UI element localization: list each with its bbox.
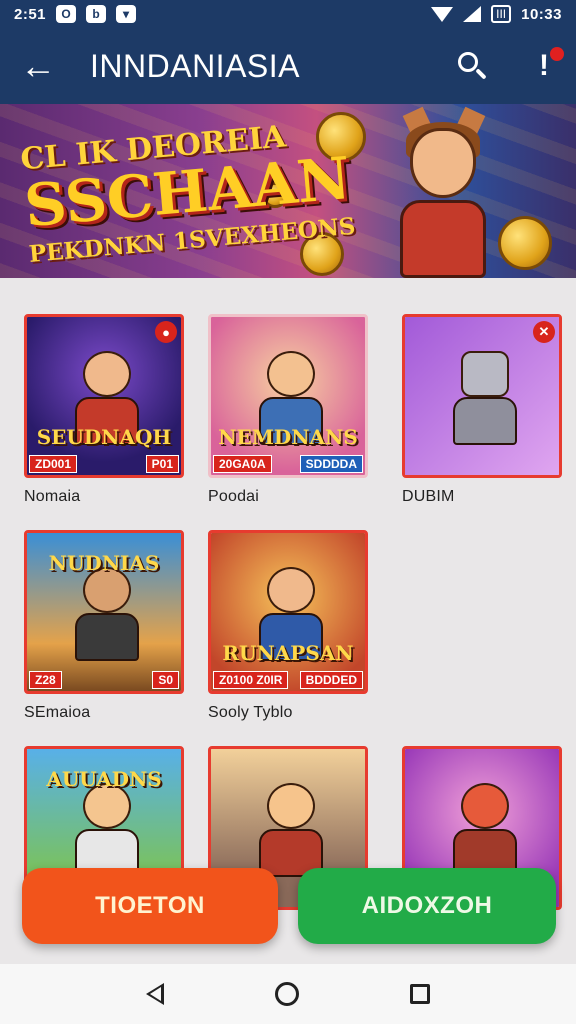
game-thumbnail: NUDNIAS Z28 S0 [24,530,184,694]
nav-home-icon[interactable] [274,982,299,1006]
notification-alert-icon[interactable]: ! [532,47,564,83]
primary-action-button[interactable]: TIOETON [22,868,278,944]
battery-icon: III [491,5,512,23]
status-time-right: 10:33 [521,5,562,23]
promo-banner[interactable]: CL IK DEOREIA SSCHAAN PEKDNKN 1SVEXHEONS [0,104,576,278]
notification-b-icon: b [86,5,107,23]
app-title: INNDANIASIA [90,47,300,84]
game-title-art: RUNAPSAN [222,641,354,665]
game-title-art: SEUDNAQH [36,425,172,449]
game-thumbnail: ● SEUDNAQH ZD001 P01 [24,314,184,478]
game-tag-left: 20GA0A [213,455,272,473]
system-nav-bar [0,964,576,1024]
game-tag-left: Z28 [29,671,62,689]
game-thumbnail: NEMDNANS 20GA0A SDDDDA [208,314,368,478]
game-tag-right: S0 [152,671,179,689]
game-label: Poodai [208,488,260,505]
game-label: DUBIM [402,488,455,505]
wifi-icon [431,6,454,22]
game-card[interactable]: NEMDNANS 20GA0A SDDDDA Poodai [208,314,368,506]
notification-o-icon: O [56,5,77,23]
game-tag-right: P01 [145,455,179,473]
game-thumbnail: ✕ [402,314,562,478]
secondary-action-button[interactable]: AIDOXZOH [298,868,556,944]
game-title-art: NUDNIAS [48,551,160,575]
game-title-art: NEMDNANS [218,425,358,449]
banner-hero-character [378,106,508,278]
game-card[interactable]: NUDNIAS Z28 S0 SEmaioa [24,530,184,722]
game-title-art: AUUADNS [46,767,162,791]
back-arrow-icon[interactable]: ← [20,48,64,84]
game-card[interactable]: ● SEUDNAQH ZD001 P01 Nomaia [24,314,184,506]
badge-icon: ● [155,321,177,343]
game-label: SEmaioa [24,704,91,721]
notification-shield-icon: ▾ [116,5,137,23]
game-tag-right: SDDDDA [299,455,363,473]
status-time-left: 2:51 [14,5,47,23]
nav-recents-icon[interactable] [410,984,431,1004]
game-tag-left: ZD001 [29,455,78,473]
game-label: Sooly Tyblo [208,704,293,721]
app-bar: ← INNDANIASIA ! [0,28,576,104]
game-tag-right: BDDDED [299,671,363,689]
cellular-signal-icon [463,6,482,22]
game-card[interactable]: RUNAPSAN Z0100 Z0IR BDDDED Sooly Tyblo [208,530,368,722]
nav-back-icon[interactable] [145,983,164,1005]
search-icon[interactable] [456,50,488,82]
game-card[interactable]: ✕ DUBIM [402,314,562,506]
status-bar: 2:51 O b ▾ III 10:33 [0,0,576,28]
game-tag-left: Z0100 Z0IR [213,671,289,689]
game-thumbnail: RUNAPSAN Z0100 Z0IR BDDDED [208,530,368,694]
close-icon[interactable]: ✕ [533,321,555,343]
game-label: Nomaia [24,488,81,505]
